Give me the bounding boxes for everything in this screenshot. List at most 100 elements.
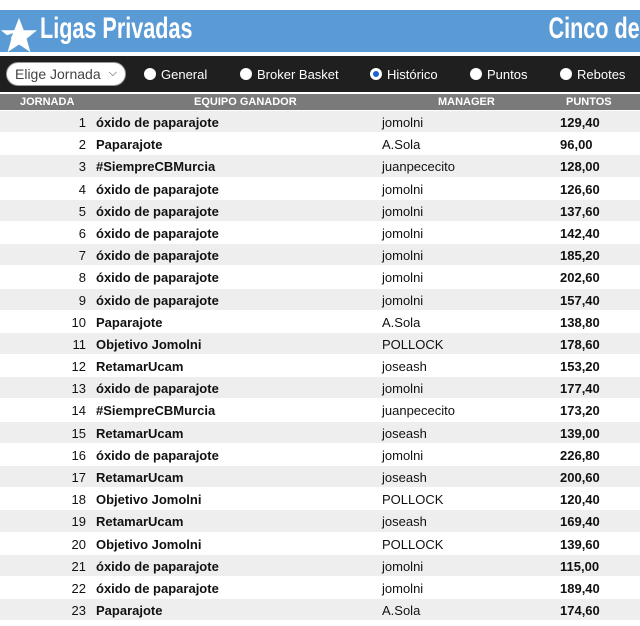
- team-cell[interactable]: Paparajote: [96, 603, 162, 618]
- table-row[interactable]: 15 RetamarUcam joseash 139,00: [0, 421, 640, 444]
- manager-cell[interactable]: POLLOCK: [382, 537, 443, 552]
- manager-cell[interactable]: jomolni: [382, 270, 423, 285]
- manager-cell[interactable]: jomolni: [382, 115, 423, 130]
- table-row[interactable]: 7 óxido de paparajote jomolni 185,20: [0, 244, 640, 267]
- manager-cell[interactable]: jomolni: [382, 448, 423, 463]
- jornada-cell: 8: [78, 270, 86, 286]
- radio-puntos[interactable]: Puntos: [470, 64, 527, 84]
- radio-dot-icon: [240, 68, 252, 80]
- header-equipo[interactable]: EQUIPO GANADOR: [194, 96, 297, 108]
- manager-cell[interactable]: POLLOCK: [382, 337, 443, 352]
- manager-cell[interactable]: jomolni: [382, 559, 423, 574]
- manager-cell[interactable]: jomolni: [382, 581, 423, 596]
- team-cell[interactable]: óxido de paparajote: [96, 226, 219, 241]
- jornada-cell: 17: [71, 470, 86, 485]
- team-cell[interactable]: óxido de paparajote: [96, 559, 219, 574]
- points-cell: 173,20: [560, 403, 600, 419]
- table-row[interactable]: 8 óxido de paparajote jomolni 202,60: [0, 266, 640, 289]
- table-row[interactable]: 9 óxido de paparajote jomolni 157,40: [0, 288, 640, 311]
- team-cell[interactable]: #SiempreCBMurcia: [96, 159, 215, 174]
- manager-cell[interactable]: A.Sola: [382, 137, 420, 152]
- points-cell: 142,40: [560, 225, 600, 241]
- manager-cell[interactable]: joseash: [382, 514, 427, 529]
- team-cell[interactable]: óxido de paparajote: [96, 182, 219, 197]
- jornada-cell: 16: [71, 447, 86, 463]
- team-cell[interactable]: óxido de paparajote: [96, 381, 219, 396]
- header-jornada[interactable]: JORNADA: [20, 96, 74, 108]
- radio-historico[interactable]: Histórico: [370, 64, 438, 84]
- table-row[interactable]: 5 óxido de paparajote jomolni 137,60: [0, 199, 640, 222]
- header-puntos[interactable]: PUNTOS: [566, 96, 612, 108]
- table-row[interactable]: 16 óxido de paparajote jomolni 226,80: [0, 443, 640, 466]
- manager-cell[interactable]: jomolni: [382, 293, 423, 308]
- table-row[interactable]: 18 Objetivo Jomolni POLLOCK 120,40: [0, 488, 640, 511]
- jornada-cell: 3: [78, 159, 86, 175]
- team-cell[interactable]: #SiempreCBMurcia: [96, 403, 215, 418]
- manager-cell[interactable]: jomolni: [382, 226, 423, 241]
- table-row[interactable]: 10 Paparajote A.Sola 138,80: [0, 310, 640, 333]
- team-cell[interactable]: Objetivo Jomolni: [96, 337, 201, 352]
- table-row[interactable]: 11 Objetivo Jomolni POLLOCK 178,60: [0, 332, 640, 356]
- table-row[interactable]: 17 RetamarUcam joseash 200,60: [0, 466, 640, 489]
- table-row[interactable]: 14 #SiempreCBMurcia juanpececito 173,20: [0, 399, 640, 422]
- team-cell[interactable]: RetamarUcam: [96, 359, 183, 374]
- jornada-select[interactable]: Elige Jornada ⌵: [6, 62, 126, 86]
- manager-cell[interactable]: joseash: [382, 359, 427, 374]
- team-cell[interactable]: Objetivo Jomolni: [96, 492, 201, 507]
- manager-cell[interactable]: jomolni: [382, 204, 423, 219]
- team-cell[interactable]: RetamarUcam: [96, 426, 183, 441]
- team-cell[interactable]: óxido de paparajote: [96, 115, 219, 130]
- manager-cell[interactable]: POLLOCK: [382, 492, 443, 507]
- radio-broker-basket[interactable]: Broker Basket: [240, 64, 339, 84]
- points-cell: 202,60: [560, 270, 600, 286]
- table-row[interactable]: 13 óxido de paparajote jomolni 177,40: [0, 377, 640, 400]
- team-cell[interactable]: Objetivo Jomolni: [96, 537, 201, 552]
- jornada-cell: 21: [71, 558, 86, 574]
- jornada-cell: 12: [71, 359, 86, 375]
- manager-cell[interactable]: jomolni: [382, 248, 423, 263]
- jornada-cell: 23: [71, 603, 86, 619]
- radio-general[interactable]: General: [144, 64, 207, 84]
- manager-cell[interactable]: A.Sola: [382, 603, 420, 618]
- manager-cell[interactable]: jomolni: [382, 381, 423, 396]
- table-row[interactable]: 3 #SiempreCBMurcia juanpececito 128,00: [0, 155, 640, 178]
- table-row[interactable]: 12 RetamarUcam joseash 153,20: [0, 355, 640, 378]
- manager-cell[interactable]: A.Sola: [382, 315, 420, 330]
- manager-cell[interactable]: joseash: [382, 470, 427, 485]
- manager-cell[interactable]: juanpececito: [382, 403, 455, 418]
- site-banner: Ligas Privadas Cinco de: [0, 0, 640, 54]
- team-cell[interactable]: óxido de paparajote: [96, 293, 219, 308]
- filter-bar: Elige Jornada ⌵ General Broker Basket Hi…: [0, 56, 640, 92]
- manager-cell[interactable]: joseash: [382, 426, 427, 441]
- table-row[interactable]: 2 Paparajote A.Sola 96,00: [0, 133, 640, 156]
- points-cell: 169,40: [560, 514, 600, 530]
- table-row[interactable]: 23 Paparajote A.Sola 174,60: [0, 599, 640, 622]
- manager-cell[interactable]: juanpececito: [382, 159, 455, 174]
- header-manager[interactable]: MANAGER: [438, 96, 495, 108]
- team-cell[interactable]: óxido de paparajote: [96, 204, 219, 219]
- table-row[interactable]: 22 óxido de paparajote jomolni 189,40: [0, 576, 640, 600]
- manager-cell[interactable]: jomolni: [382, 182, 423, 197]
- team-cell[interactable]: RetamarUcam: [96, 514, 183, 529]
- jornada-cell: 20: [71, 536, 86, 552]
- radio-rebotes[interactable]: Rebotes: [560, 64, 625, 84]
- team-cell[interactable]: óxido de paparajote: [96, 581, 219, 596]
- jornada-cell: 10: [71, 314, 86, 330]
- team-cell[interactable]: óxido de paparajote: [96, 270, 219, 285]
- table-row[interactable]: 6 óxido de paparajote jomolni 142,40: [0, 221, 640, 245]
- jornada-cell: 22: [71, 580, 86, 596]
- team-cell[interactable]: Paparajote: [96, 315, 162, 330]
- team-cell[interactable]: RetamarUcam: [96, 470, 183, 485]
- team-cell[interactable]: óxido de paparajote: [96, 448, 219, 463]
- table-row[interactable]: 19 RetamarUcam joseash 169,40: [0, 510, 640, 533]
- table-row[interactable]: 20 Objetivo Jomolni POLLOCK 139,60: [0, 532, 640, 555]
- table-row[interactable]: 4 óxido de paparajote jomolni 126,60: [0, 177, 640, 200]
- table-row[interactable]: 21 óxido de paparajote jomolni 115,00: [0, 554, 640, 577]
- banner-right-text: Cinco de: [548, 12, 640, 45]
- table-row[interactable]: 1 óxido de paparajote jomolni 129,40: [0, 111, 640, 134]
- points-cell: 157,40: [560, 292, 600, 308]
- points-cell: 185,20: [560, 248, 600, 264]
- team-cell[interactable]: Paparajote: [96, 137, 162, 152]
- radio-label: General: [161, 66, 208, 82]
- team-cell[interactable]: óxido de paparajote: [96, 248, 219, 263]
